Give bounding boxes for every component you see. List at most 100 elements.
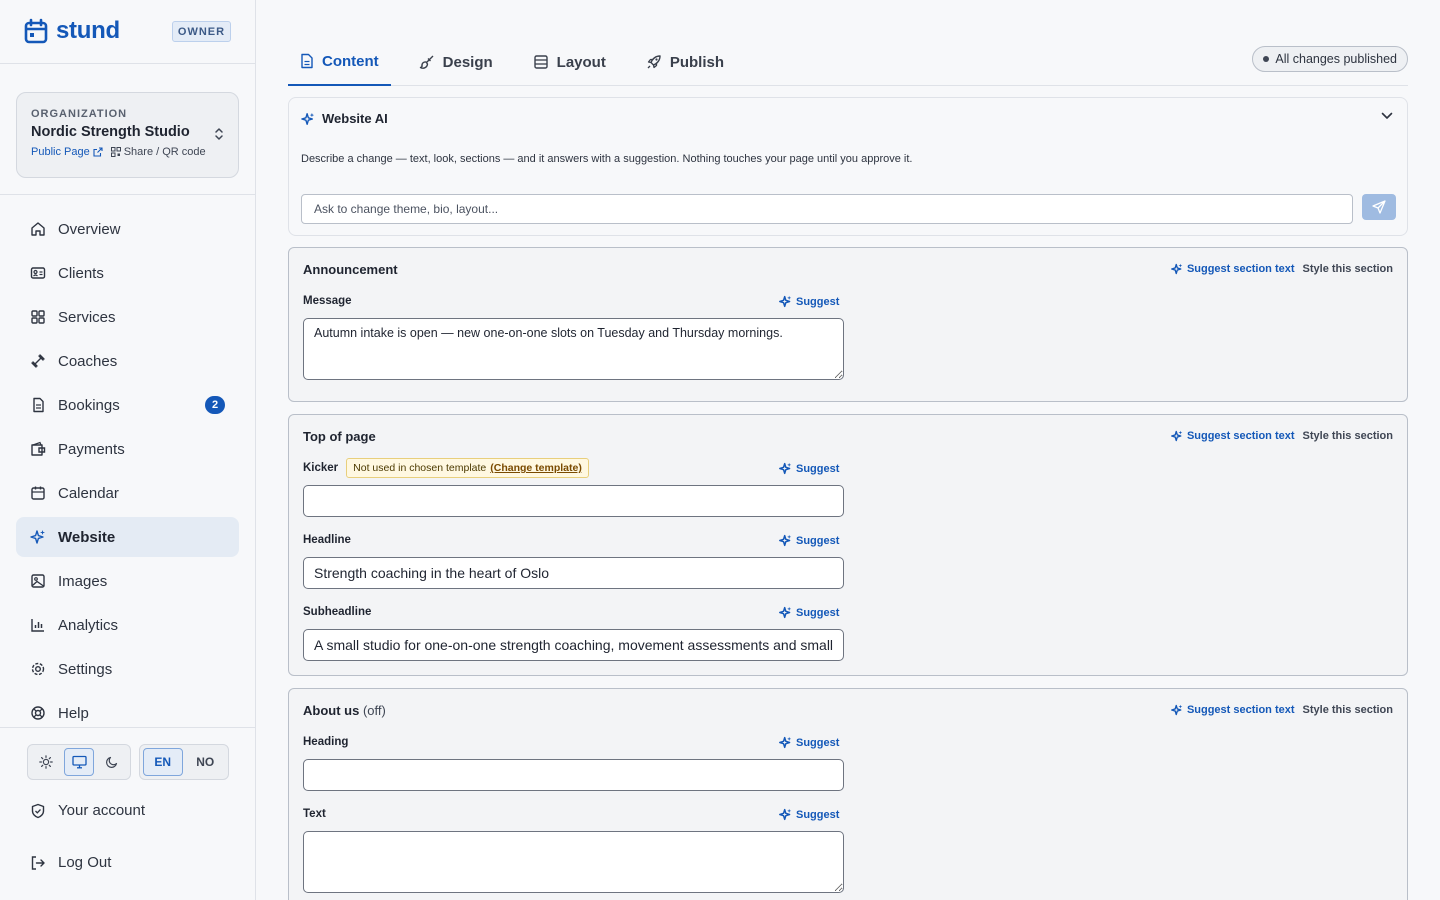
logout-link[interactable]: Log Out xyxy=(30,854,111,871)
text-textarea[interactable] xyxy=(303,831,844,893)
suggest-section-text-button[interactable]: Suggest section text xyxy=(1171,704,1295,716)
nav-item-website[interactable]: Website xyxy=(16,517,239,557)
suggest-label: Suggest xyxy=(796,808,840,821)
suggest-kicker-button[interactable]: Suggest xyxy=(779,462,839,475)
tab-publish[interactable]: Publish xyxy=(634,38,736,86)
message-textarea[interactable]: Autumn intake is open — new one-on-one s… xyxy=(303,318,844,380)
logout-label: Log Out xyxy=(58,854,112,871)
document-icon xyxy=(300,53,314,69)
divider xyxy=(0,194,256,195)
suggest-subheadline-button[interactable]: Suggest xyxy=(779,606,839,619)
section-off-label: (off) xyxy=(362,703,386,718)
label-text: Text xyxy=(303,808,326,820)
nav-item-clients[interactable]: Clients xyxy=(16,253,239,293)
nav-item-images[interactable]: Images xyxy=(16,561,239,601)
sidebar: stund OWNER ORGANIZATION Nordic Strength… xyxy=(0,0,256,900)
light-theme-button[interactable] xyxy=(31,748,61,776)
brand-logo[interactable]: stund xyxy=(24,17,120,45)
nav-item-overview[interactable]: Overview xyxy=(16,209,239,249)
main-nav: Overview Clients Services Coaches Bookin… xyxy=(16,209,239,737)
publish-status-label: All changes published xyxy=(1275,52,1397,66)
suggest-section-text-button[interactable]: Suggest section text xyxy=(1171,263,1295,275)
system-theme-button[interactable] xyxy=(64,748,94,776)
website-ai-input[interactable] xyxy=(301,194,1353,224)
calendar-logo-icon xyxy=(24,18,48,44)
organization-card[interactable]: ORGANIZATION Nordic Strength Studio Publ… xyxy=(16,92,239,178)
suggest-message-button[interactable]: Suggest xyxy=(779,295,839,308)
sparkle-icon xyxy=(779,462,792,475)
calendar-icon xyxy=(30,485,46,501)
tab-label: Content xyxy=(322,52,379,70)
nav-item-coaches[interactable]: Coaches xyxy=(16,341,239,381)
nav-item-bookings[interactable]: Bookings 2 xyxy=(16,385,239,425)
headline-input[interactable] xyxy=(303,557,844,589)
share-qr-link[interactable]: Share / QR code xyxy=(110,146,206,158)
suggest-section-text-button[interactable]: Suggest section text xyxy=(1171,430,1295,442)
kicker-input[interactable] xyxy=(303,485,844,517)
tab-label: Publish xyxy=(669,53,725,71)
qr-code-icon xyxy=(110,147,121,157)
theme-switcher xyxy=(27,744,131,780)
label-text: Subheadline xyxy=(303,606,372,618)
brand-name: stund xyxy=(56,17,120,44)
tab-design[interactable]: Design xyxy=(407,38,505,86)
website-ai-title: Website AI xyxy=(322,111,388,126)
nav-label: Calendar xyxy=(58,484,119,502)
send-icon xyxy=(1372,200,1386,214)
home-icon xyxy=(30,221,46,237)
chevron-up-down-icon[interactable] xyxy=(214,127,224,141)
style-this-section-button[interactable]: Style this section xyxy=(1303,263,1393,275)
tab-content[interactable]: Content xyxy=(288,38,391,86)
nav-label: Settings xyxy=(58,660,113,678)
monitor-icon xyxy=(71,755,87,769)
dark-theme-button[interactable] xyxy=(97,748,127,776)
send-button[interactable] xyxy=(1362,194,1396,220)
status-dot xyxy=(1263,56,1270,62)
nav-item-services[interactable]: Services xyxy=(16,297,239,337)
template-warning-badge: Not used in chosen template (Change temp… xyxy=(346,458,589,478)
heading-label: Heading xyxy=(303,736,348,748)
nav-label: Coaches xyxy=(58,352,118,370)
public-page-link[interactable]: Public Page xyxy=(31,146,103,158)
subheadline-input[interactable] xyxy=(303,629,844,661)
nav-label: Website xyxy=(58,528,116,546)
text-label: Text xyxy=(303,808,326,820)
nav-label: Images xyxy=(58,572,108,590)
chart-icon xyxy=(30,617,46,633)
rocket-icon xyxy=(646,54,662,70)
website-ai-header[interactable]: Website AI xyxy=(301,111,388,126)
divider xyxy=(0,727,256,728)
warning-text: Not used in chosen template xyxy=(353,462,487,474)
heading-input[interactable] xyxy=(303,759,844,791)
nav-item-settings[interactable]: Settings xyxy=(16,649,239,689)
style-this-section-button[interactable]: Style this section xyxy=(1303,430,1393,442)
tab-layout[interactable]: Layout xyxy=(521,38,618,86)
change-template-link[interactable]: (Change template) xyxy=(490,462,582,474)
sparkle-icon xyxy=(1171,430,1183,442)
style-this-section-button[interactable]: Style this section xyxy=(1303,704,1393,716)
nav-item-payments[interactable]: Payments xyxy=(16,429,239,469)
nav-item-calendar[interactable]: Calendar xyxy=(16,473,239,513)
suggest-headline-button[interactable]: Suggest xyxy=(779,534,839,547)
language-no-button[interactable]: NO xyxy=(186,748,225,776)
suggest-text-button[interactable]: Suggest xyxy=(779,808,839,821)
chevron-down-icon[interactable] xyxy=(1381,112,1393,120)
nav-label: Clients xyxy=(58,264,104,282)
suggest-heading-button[interactable]: Suggest xyxy=(779,736,839,749)
message-label: Message xyxy=(303,295,352,307)
nav-item-analytics[interactable]: Analytics xyxy=(16,605,239,645)
language-en-button[interactable]: EN xyxy=(143,748,183,776)
label-text: Heading xyxy=(303,736,349,748)
sparkle-icon xyxy=(779,534,792,547)
logout-icon xyxy=(30,855,46,871)
your-account-link[interactable]: Your account xyxy=(30,802,145,819)
organization-name: Nordic Strength Studio xyxy=(31,124,190,140)
suggest-label: Suggest xyxy=(796,462,840,475)
your-account-label: Your account xyxy=(58,802,146,819)
sparkle-icon xyxy=(1171,704,1183,716)
nav-label: Overview xyxy=(58,220,121,238)
sparkle-icon xyxy=(1171,263,1183,275)
headline-label: Headline xyxy=(303,534,351,546)
bookings-count-badge: 2 xyxy=(205,396,225,414)
suggest-label: Suggest xyxy=(796,736,840,749)
